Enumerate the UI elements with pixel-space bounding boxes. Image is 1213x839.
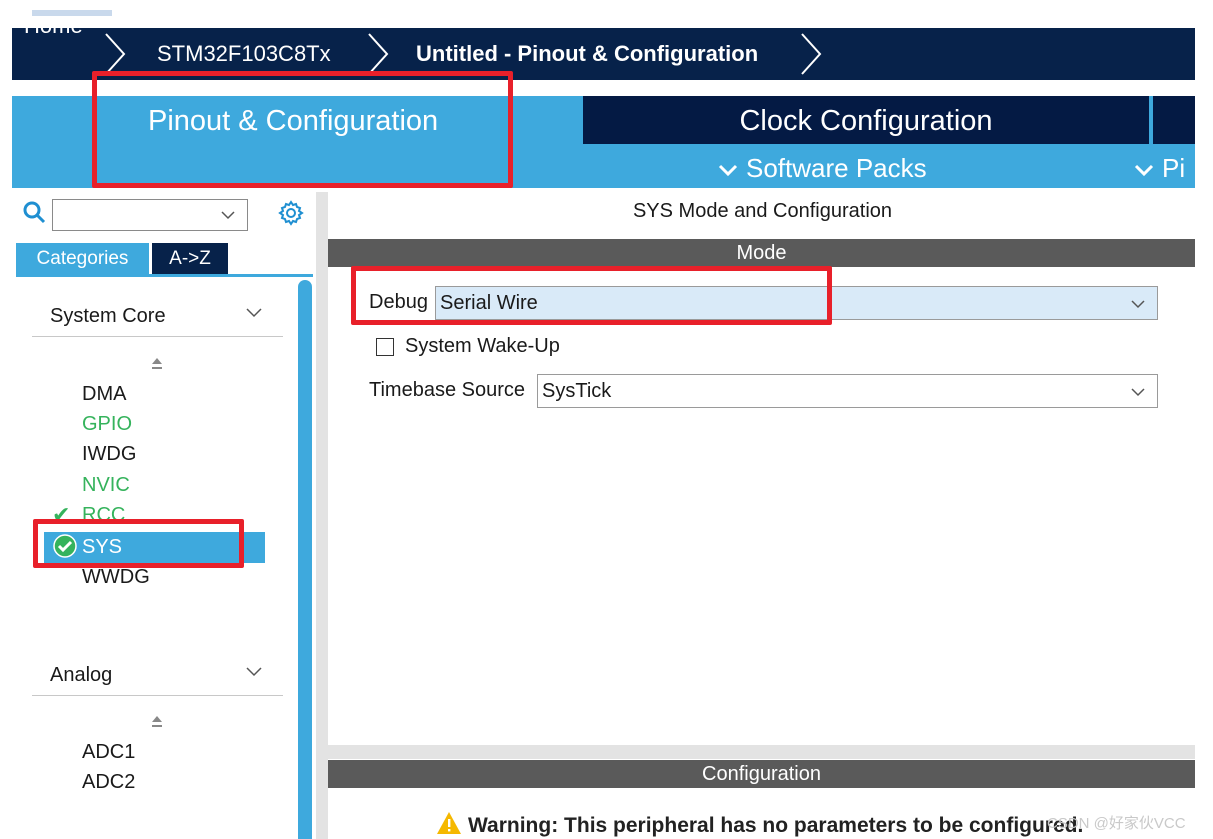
list-item-adc2[interactable]: ADC2 [82,769,135,795]
highlight-box-sys [33,519,244,568]
breadcrumb-home[interactable]: Home [24,0,83,52]
chevron-down-icon[interactable] [244,306,264,320]
mode-header: Mode [328,239,1195,267]
warning-icon [437,812,461,834]
configuration-header: Configuration [328,760,1195,788]
highlight-box-debug [351,266,832,325]
chevron-down-icon [718,164,738,177]
chevron-down-icon [1131,300,1145,309]
watermark: CSDN @好家伙VCC [1047,815,1186,832]
tab-next[interactable] [1151,96,1195,144]
chevron-down-icon [1134,164,1154,177]
pinout-view-menu[interactable]: Pi [1134,148,1195,188]
pinout-view-label: Pi [1162,153,1186,183]
timebase-source-value: SysTick [542,380,612,402]
warning-message: Warning: This peripheral has no paramete… [436,811,1083,838]
list-item-gpio[interactable]: GPIO [82,411,132,437]
highlight-box-pinout-tab [92,71,513,188]
divider [32,336,283,337]
group-system-core[interactable]: System Core [50,305,166,333]
list-item-adc1[interactable]: ADC1 [82,739,135,765]
tab-underline [16,274,313,277]
list-item-dma[interactable]: DMA [82,381,126,407]
chevron-down-icon[interactable] [244,665,264,679]
software-packs-label: Software Packs [746,153,927,183]
panel-splitter-horizontal[interactable] [328,745,1195,759]
tab-categories[interactable]: Categories [16,243,149,274]
sort-icon[interactable] [150,356,164,374]
scrollbar[interactable] [298,280,312,839]
list-item-nvic[interactable]: NVIC [82,472,130,498]
timebase-source-select[interactable]: SysTick [537,374,1158,408]
timebase-source-label: Timebase Source [369,379,525,401]
search-input[interactable] [52,199,248,231]
warning-text: Warning: This peripheral has no paramete… [468,814,1084,837]
tab-a-z[interactable]: A->Z [152,243,228,274]
divider [32,695,283,696]
system-wakeup-label: System Wake-Up [405,335,560,357]
panel-splitter[interactable] [316,192,328,839]
software-packs-menu[interactable]: Software Packs [718,148,927,188]
breadcrumb-chevron-icon [801,33,822,75]
list-item-iwdg[interactable]: IWDG [82,441,136,467]
page-title: SYS Mode and Configuration [632,200,893,222]
group-analog[interactable]: Analog [50,664,112,692]
search-icon[interactable] [22,200,48,226]
gear-icon[interactable] [277,199,305,227]
sort-icon[interactable] [150,714,164,732]
system-wakeup-checkbox[interactable] [376,338,394,356]
chevron-down-icon [221,211,235,220]
tab-clock-configuration[interactable]: Clock Configuration [583,96,1149,144]
chevron-down-icon [1131,388,1145,397]
